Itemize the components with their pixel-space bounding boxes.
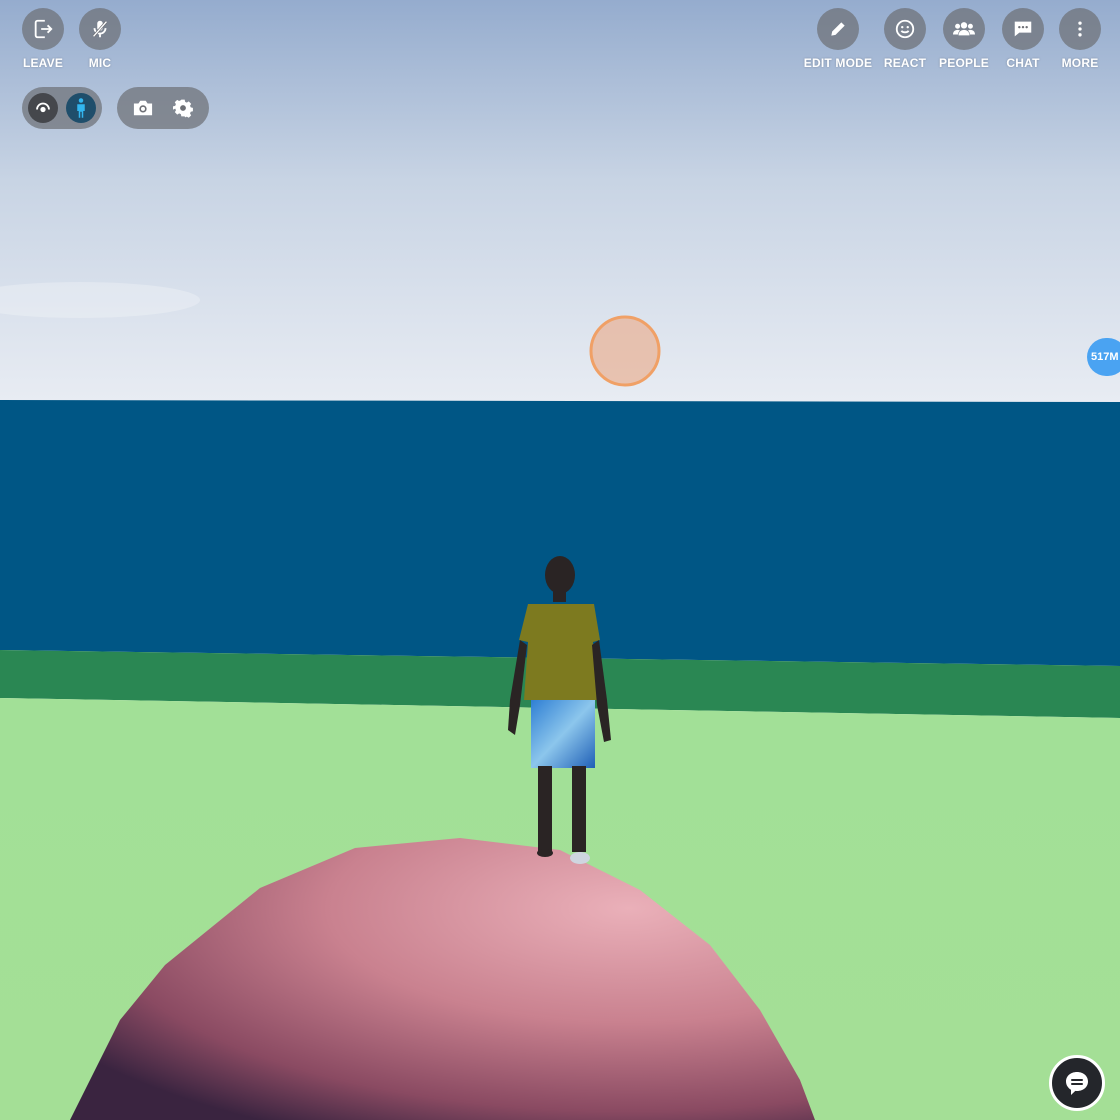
orbit-view-icon [36,102,50,113]
people-icon [953,22,975,36]
avatar-view-icon [77,98,85,118]
badge-text: 517M [1091,351,1119,363]
chat-bubble-icon [1066,1072,1088,1095]
world-scene[interactable] [0,0,1120,1120]
camera-icon [133,100,153,116]
side-badge[interactable]: 517M [1087,338,1120,376]
more-label: MORE [1061,56,1099,70]
view-mode-toggle[interactable] [22,87,102,129]
chat-fab-button[interactable] [1049,1055,1105,1111]
camera-button[interactable] [128,93,158,123]
pencil-icon [831,22,845,36]
gear-icon [173,99,193,118]
smiley-icon [895,19,915,39]
settings-button[interactable] [168,93,198,123]
avatar-view-button[interactable] [66,93,96,123]
exit-icon [34,19,53,39]
orbit-view-button[interactable] [28,93,58,123]
chat-icon [1014,21,1032,37]
mic-muted-icon [92,20,108,38]
mic-label: MIC [88,56,112,70]
more-vertical-icon [1078,21,1082,37]
more-button[interactable]: MORE [1035,8,1120,70]
mic-button[interactable]: MIC [55,8,145,70]
camera-settings-group [117,87,209,129]
target-reticle [589,315,661,387]
